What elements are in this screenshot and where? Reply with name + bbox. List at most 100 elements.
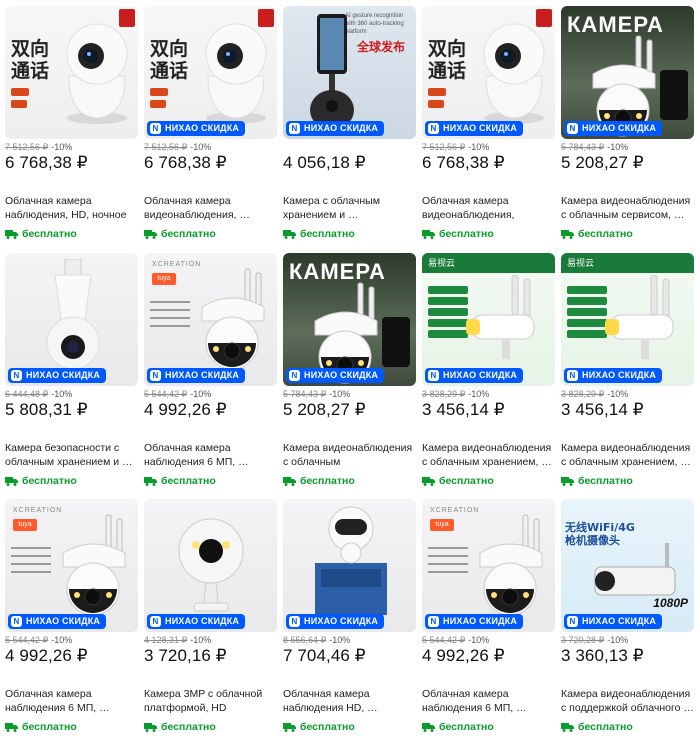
current-price: 5 208,27 ₽ <box>283 400 366 419</box>
free-shipping: бесплатно <box>144 721 216 733</box>
product-title[interactable]: Облачная камера наблюдения HD, … <box>283 687 416 715</box>
old-price: 5 784,43 ₽ <box>283 389 327 399</box>
brand-banner: 易视云 <box>561 253 694 273</box>
product-card[interactable]: 双向 通话 N НИХАО СКИДКА 7 512,56 ₽ -10% 6 768,38… <box>422 6 555 246</box>
shipping-label: бесплатно <box>578 475 633 487</box>
nihao-discount-badge: N НИХАО СКИДКА <box>8 614 107 629</box>
feature-list <box>11 543 51 579</box>
truck-icon <box>561 477 574 486</box>
product-title[interactable]: Камера видеонаблюдения с облачным хранил… <box>283 441 416 469</box>
product-image[interactable]: КАМЕРА N НИХАО СКИДКА <box>561 6 694 139</box>
product-image[interactable]: AI gesture recognition with 360 auto-tra… <box>283 6 416 139</box>
old-price-row: 5 784,43 ₽ -10% <box>561 142 628 153</box>
nihao-discount-badge: N НИХАО СКИДКА <box>425 121 524 136</box>
nihao-discount-badge: N НИХАО СКИДКА <box>425 368 524 383</box>
shipping-label: бесплатно <box>439 228 494 240</box>
product-title[interactable]: Облачная камера видеонаблюдения, умная… <box>422 194 555 222</box>
shipping-label: бесплатно <box>578 228 633 240</box>
product-image[interactable]: КАМЕРА N НИХАО СКИДКА <box>283 253 416 386</box>
tuya-logo: tuya <box>430 519 454 531</box>
product-title[interactable]: Камера безопасности с облачным хранением… <box>5 441 138 469</box>
badge-label: НИХАО СКИДКА <box>443 370 518 380</box>
product-card[interactable]: 双向 通话 N НИХАО СКИДКА 7 512,56 ₽ -10% 6 768,38… <box>144 6 277 246</box>
product-title[interactable]: Облачная камера наблюдения, HD, ночное … <box>5 194 138 222</box>
discount-percent: -10% <box>468 635 490 645</box>
product-card[interactable]: 易视云 N НИХАО СКИДКА 3 828,29 ₽ -10% 3 456,14 ₽… <box>561 253 694 493</box>
tuya-logo: tuya <box>152 273 176 285</box>
product-title[interactable]: Камера 3MP с облачной платформой, HD кач… <box>144 687 277 715</box>
truck-icon <box>283 230 296 239</box>
product-title[interactable]: Облачная камера наблюдения 6 МП, … <box>5 687 138 715</box>
product-card[interactable]: N НИХАО СКИДКА 4 128,31 ₽ -10% 3 720,16 ₽ Кам… <box>144 499 277 739</box>
product-image[interactable]: XCREATION tuya N НИХАО СКИДКА <box>5 499 138 632</box>
product-image[interactable]: N НИХАО СКИДКА <box>5 253 138 386</box>
product-card[interactable]: N НИХАО СКИДКА 8 556,64 ₽ -10% 7 704,46 ₽ Обл… <box>283 499 416 739</box>
product-image[interactable]: 易视云 N НИХАО СКИДКА <box>561 253 694 386</box>
old-price: 7 512,56 ₽ <box>5 142 49 152</box>
product-card[interactable]: AI gesture recognition with 360 auto-tra… <box>283 6 416 246</box>
product-title[interactable]: Камера видеонаблюдения с облачным хранен… <box>422 441 555 469</box>
shipping-label: бесплатно <box>22 721 77 733</box>
current-price: 4 992,26 ₽ <box>422 646 505 665</box>
shipping-label: бесплатно <box>578 721 633 733</box>
current-price: 6 768,38 ₽ <box>422 153 505 172</box>
old-price-row: 7 512,56 ₽ -10% <box>144 142 211 153</box>
feature-tag <box>11 100 28 108</box>
nihao-icon: N <box>428 370 439 381</box>
nihao-icon: N <box>11 370 22 381</box>
product-image[interactable]: 易视云 N НИХАО СКИДКА <box>422 253 555 386</box>
nihao-icon: N <box>150 123 161 134</box>
nihao-discount-badge: N НИХАО СКИДКА <box>564 121 663 136</box>
current-price: 4 992,26 ₽ <box>144 400 227 419</box>
product-card[interactable]: 双向 通话 7 512,56 ₽ -10% 6 768,38 ₽ Облачная ка… <box>5 6 138 246</box>
product-image[interactable]: N НИХАО СКИДКА <box>283 499 416 632</box>
product-image[interactable]: XCREATION tuya N НИХАО СКИДКА <box>144 253 277 386</box>
product-card[interactable]: 易视云 N НИХАО СКИДКА 3 828,29 ₽ -10% 3 456,14 ₽… <box>422 253 555 493</box>
discount-percent: -10% <box>607 142 629 152</box>
product-card[interactable]: КАМЕРА N НИХАО СКИДКА 5 784,43 ₽ -10% 5 208,2… <box>283 253 416 493</box>
old-price: 6 444,48 ₽ <box>5 389 49 399</box>
product-title[interactable]: Камера видеонаблюдения с облачным сервис… <box>561 194 694 222</box>
old-price: 3 720,28 ₽ <box>561 635 605 645</box>
truck-icon <box>561 723 574 732</box>
product-image[interactable]: XCREATION tuya N НИХАО СКИДКА <box>422 499 555 632</box>
product-image[interactable]: 无线WiFi/4G 枪机摄像头 1080P N НИХАО СКИДКА <box>561 499 694 632</box>
product-image[interactable]: 双向 通话 N НИХАО СКИДКА <box>144 6 277 139</box>
product-card[interactable]: КАМЕРА N НИХАО СКИДКА 5 784,43 ₽ -10% 5 208,2… <box>561 6 694 246</box>
nihao-discount-badge: N НИХАО СКИДКА <box>286 614 385 629</box>
old-price: 4 128,31 ₽ <box>144 635 188 645</box>
product-title[interactable]: Облачная камера видеонаблюдения, … <box>144 194 277 222</box>
nihao-discount-badge: N НИХАО СКИДКА <box>147 614 246 629</box>
product-title[interactable]: Камера видеонаблюдения с поддержкой обла… <box>561 687 694 715</box>
product-card[interactable]: XCREATION tuya N НИХАО СКИДКА 5 544,42 ₽ -10%… <box>5 499 138 739</box>
product-title[interactable]: Камера с облачным хранением и … <box>283 194 416 222</box>
product-card[interactable]: N НИХАО СКИДКА 6 444,48 ₽ -10% 5 808,31 ₽ Кам… <box>5 253 138 493</box>
badge-label: НИХАО СКИДКА <box>304 616 379 626</box>
product-card[interactable]: XCREATION tuya N НИХАО СКИДКА 5 544,42 ₽ -10%… <box>144 253 277 493</box>
truck-icon <box>283 477 296 486</box>
feature-list <box>428 543 468 579</box>
badge-label: НИХАО СКИДКА <box>304 370 379 380</box>
product-card[interactable]: XCREATION tuya N НИХАО СКИДКА 5 544,42 ₽ -10%… <box>422 499 555 739</box>
current-price: 5 808,31 ₽ <box>5 400 88 419</box>
truck-icon <box>144 230 157 239</box>
current-price: 3 720,16 ₽ <box>144 646 227 665</box>
product-image[interactable]: 双向 通话 <box>5 6 138 139</box>
discount-percent: -10% <box>190 635 212 645</box>
product-card[interactable]: 无线WiFi/4G 枪机摄像头 1080P N НИХАО СКИДКА 3 720,2… <box>561 499 694 739</box>
product-title[interactable]: Камера видеонаблюдения с облачным хранен… <box>561 441 694 469</box>
nihao-discount-badge: N НИХАО СКИДКА <box>286 121 385 136</box>
truck-icon <box>5 477 18 486</box>
shipping-label: бесплатно <box>300 721 355 733</box>
badge-label: НИХАО СКИДКА <box>165 123 240 133</box>
product-image[interactable]: 双向 通话 N НИХАО СКИДКА <box>422 6 555 139</box>
product-title[interactable]: Облачная камера наблюдения 6 МП, … <box>144 441 277 469</box>
feature-tag <box>150 100 167 108</box>
product-image[interactable]: N НИХАО СКИДКА <box>144 499 277 632</box>
discount-percent: -10% <box>51 635 73 645</box>
badge-label: НИХАО СКИДКА <box>165 616 240 626</box>
phone-preview <box>382 317 410 367</box>
nihao-icon: N <box>567 616 578 627</box>
badge-label: НИХАО СКИДКА <box>582 616 657 626</box>
product-title[interactable]: Облачная камера наблюдения 6 МП, … <box>422 687 555 715</box>
